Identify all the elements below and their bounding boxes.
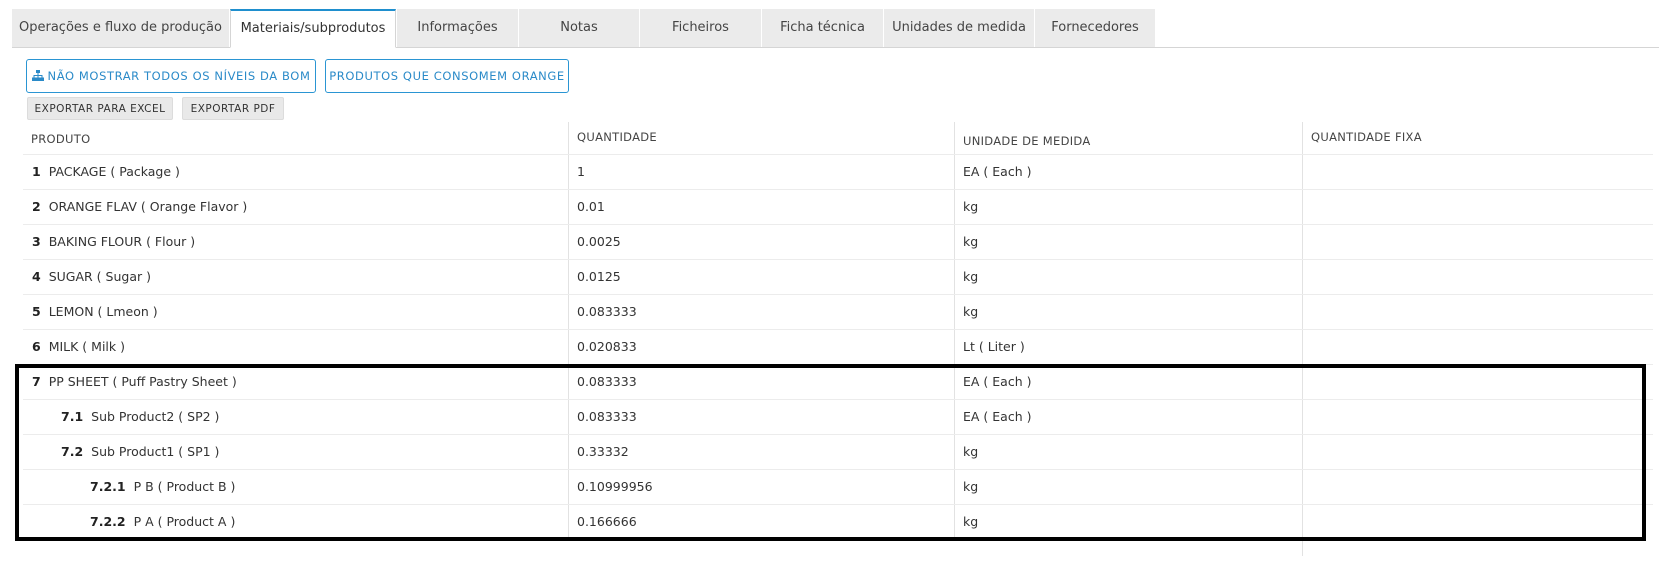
- product-name: PACKAGE ( Package ): [48, 164, 180, 179]
- unit-cell: kg: [963, 269, 979, 284]
- table-row[interactable]: 4 SUGAR ( Sugar ) 0.0125 kg: [23, 260, 1653, 295]
- tab-fornecedores[interactable]: Fornecedores: [1035, 9, 1155, 47]
- table-row[interactable]: 5 LEMON ( Lmeon ) 0.083333 kg: [23, 295, 1653, 330]
- product-cell: 6 MILK ( Milk ): [32, 330, 125, 364]
- unit-cell: kg: [963, 199, 979, 214]
- tab-ficha-tecnica[interactable]: Ficha técnica: [762, 9, 883, 47]
- table-row[interactable]: 1 PACKAGE ( Package ) 1 EA ( Each ): [23, 155, 1653, 190]
- product-cell: 1 PACKAGE ( Package ): [32, 155, 180, 189]
- sitemap-icon: [31, 61, 44, 81]
- quantity-cell: 1: [577, 164, 585, 179]
- table-row[interactable]: 2 ORANGE FLAV ( Orange Flavor ) 0.01 kg: [23, 190, 1653, 225]
- product-cell: 4 SUGAR ( Sugar ): [32, 260, 151, 294]
- product-cell: 3 BAKING FLOUR ( Flour ): [32, 225, 195, 259]
- product-name: SUGAR ( Sugar ): [48, 269, 151, 284]
- toggle-bom-levels-label: NÃO MOSTRAR TODOS OS NÍVEIS DA BOM: [47, 69, 311, 83]
- quantity-cell: 0.083333: [577, 304, 637, 319]
- product-name: LEMON ( Lmeon ): [48, 304, 158, 319]
- quantity-cell: 0.020833: [577, 339, 637, 354]
- tab-unidades[interactable]: Unidades de medida: [884, 9, 1034, 47]
- item-number: 2: [32, 199, 41, 214]
- item-number: 5: [32, 304, 41, 319]
- table-row[interactable]: 3 BAKING FLOUR ( Flour ) 0.0025 kg: [23, 225, 1653, 260]
- tab-operacoes[interactable]: Operações e fluxo de produção: [12, 9, 229, 47]
- item-number: 4: [32, 269, 41, 284]
- quantity-cell: 0.0125: [577, 269, 621, 284]
- product-name: MILK ( Milk ): [48, 339, 125, 354]
- product-name: BAKING FLOUR ( Flour ): [48, 234, 196, 249]
- tab-bar: Operações e fluxo de produção Materiais/…: [12, 9, 1659, 48]
- quantity-cell: 0.01: [577, 199, 605, 214]
- unit-cell: Lt ( Liter ): [963, 339, 1025, 354]
- table-header-row: [23, 122, 1653, 155]
- unit-cell: kg: [963, 304, 979, 319]
- product-name: ORANGE FLAV ( Orange Flavor ): [48, 199, 248, 214]
- item-number: 6: [32, 339, 41, 354]
- tab-notas[interactable]: Notas: [519, 9, 639, 47]
- tab-ficheiros[interactable]: Ficheiros: [640, 9, 761, 47]
- product-cell: 2 ORANGE FLAV ( Orange Flavor ): [32, 190, 247, 224]
- toggle-bom-levels-button[interactable]: NÃO MOSTRAR TODOS OS NÍVEIS DA BOM: [26, 59, 316, 93]
- product-cell: 5 LEMON ( Lmeon ): [32, 295, 158, 329]
- export-pdf-button[interactable]: EXPORTAR PDF: [182, 97, 284, 120]
- table-row[interactable]: 6 MILK ( Milk ) 0.020833 Lt ( Liter ): [23, 330, 1653, 365]
- consuming-products-button[interactable]: PRODUTOS QUE CONSOMEM ORANGE: [325, 59, 569, 93]
- item-number: 1: [32, 164, 41, 179]
- tab-materiais[interactable]: Materiais/subprodutos: [230, 9, 396, 48]
- tab-informacoes[interactable]: Informações: [397, 9, 518, 47]
- unit-cell: kg: [963, 234, 979, 249]
- quantity-cell: 0.0025: [577, 234, 621, 249]
- highlight-box: [15, 364, 1646, 541]
- unit-cell: EA ( Each ): [963, 164, 1032, 179]
- export-excel-button[interactable]: EXPORTAR PARA EXCEL: [27, 97, 173, 120]
- item-number: 3: [32, 234, 41, 249]
